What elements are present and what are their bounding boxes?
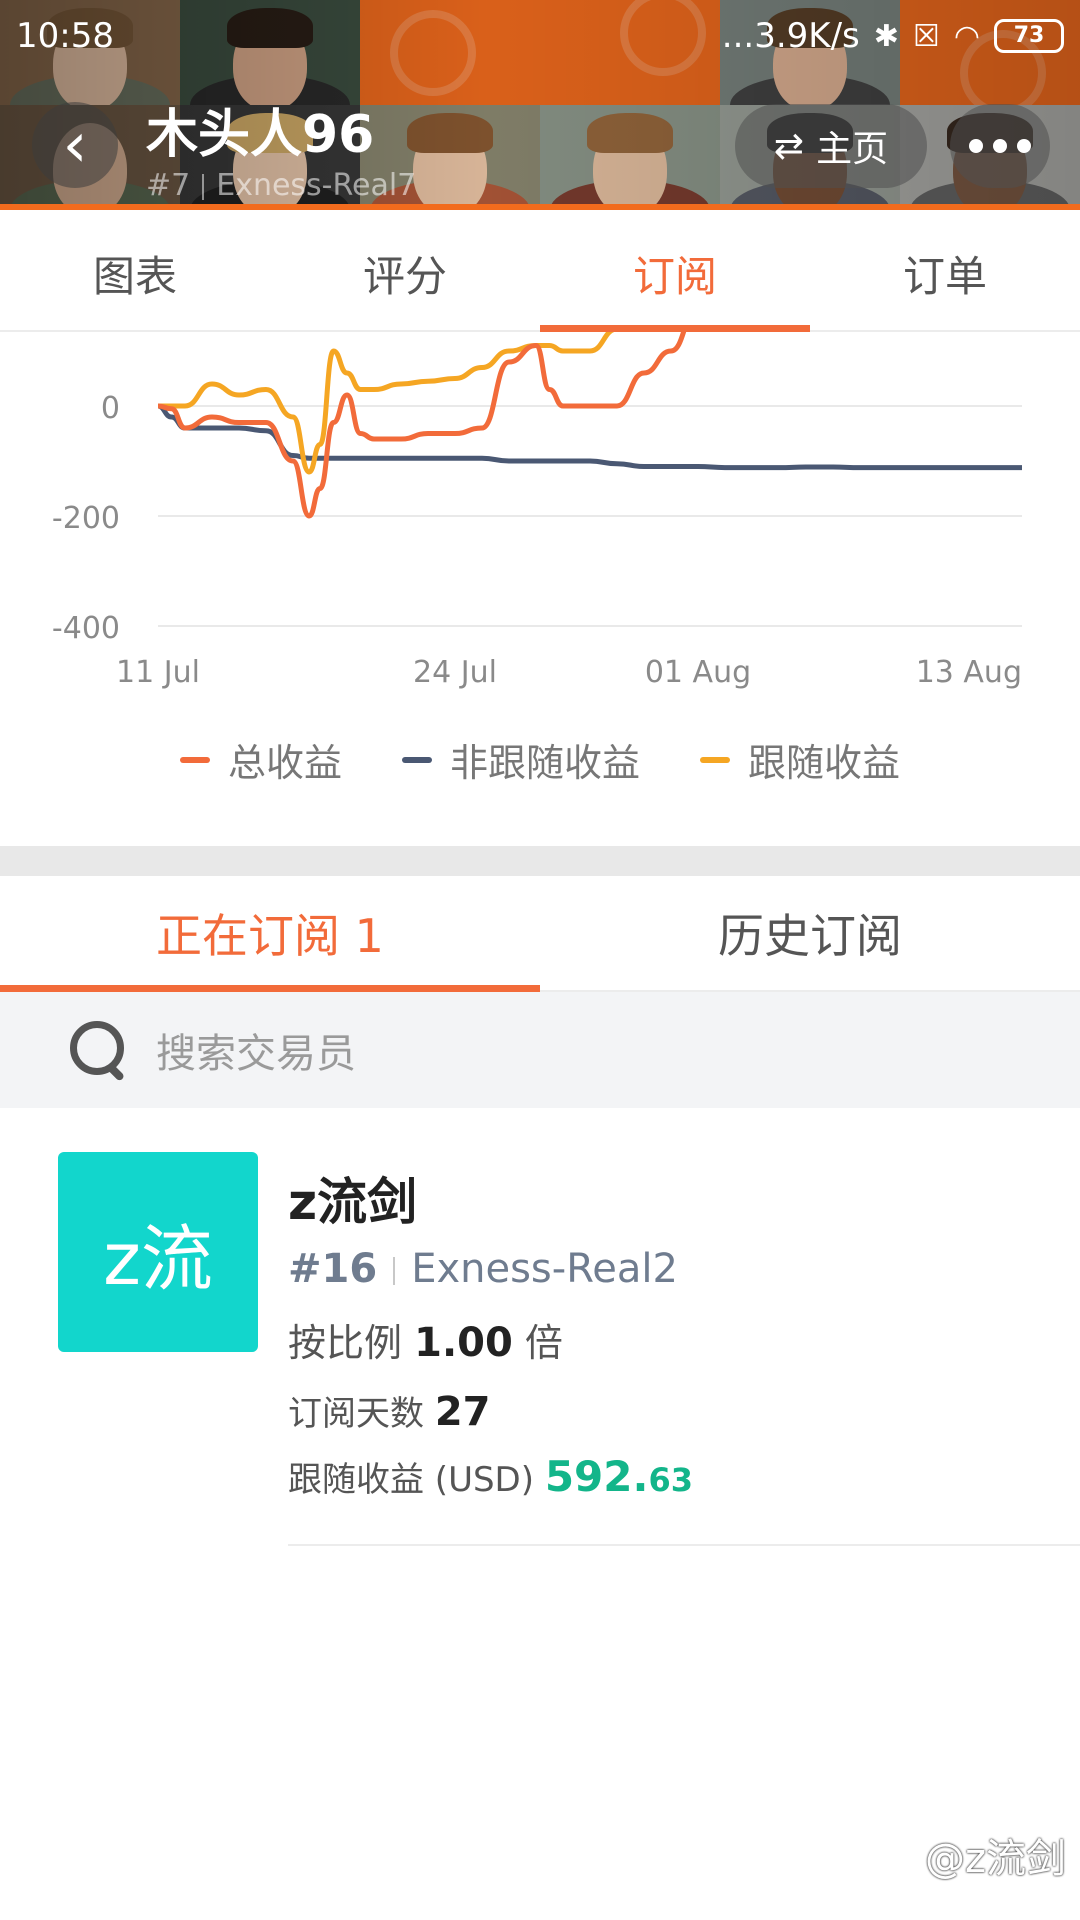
more-button[interactable]: [950, 104, 1050, 188]
tab-chart[interactable]: 图表: [0, 216, 270, 330]
subscribed-trader-name[interactable]: z流剑: [288, 1162, 417, 1234]
battery-icon: 73: [994, 19, 1064, 53]
back-button[interactable]: ‹: [32, 102, 118, 188]
x-tick-label: 01 Aug: [645, 655, 751, 690]
card-divider: [288, 1544, 1080, 1546]
tab-current-subscriptions[interactable]: 正在订阅 1: [0, 876, 540, 992]
status-bar: 10:58 ...3.9K/s ✱ ☒ ◠ 73: [0, 0, 1080, 72]
subscription-tabs: 正在订阅 1 历史订阅: [0, 876, 1080, 992]
profit-chart-svg: 0 -200 -400 11 Jul 24 Jul 01 Aug 13 Aug: [52, 332, 1022, 690]
trader-avatar[interactable]: z流: [58, 1152, 258, 1352]
more-dot-icon: [969, 139, 983, 153]
days-value: 27: [434, 1389, 491, 1435]
profit-integer: 592.: [544, 1452, 649, 1501]
x-tick-label: 11 Jul: [116, 655, 200, 690]
ratio-suffix: 倍: [524, 1321, 563, 1365]
trader-rank: #7: [146, 168, 191, 203]
header-accent-line: [0, 204, 1080, 210]
trader-search-bar[interactable]: 搜索交易员: [0, 992, 1080, 1108]
chart-legend: 总收益 非跟随收益 跟随收益: [0, 732, 1080, 787]
legend-swatch: [179, 756, 210, 763]
home-button[interactable]: ⇄ 主页: [735, 104, 927, 188]
rank-number: #16: [288, 1246, 378, 1292]
x-tick-label: 24 Jul: [413, 655, 497, 690]
legend-label: 非跟随收益: [449, 741, 640, 785]
status-time: 10:58: [16, 16, 114, 56]
search-icon: [70, 1021, 128, 1082]
tab-orders[interactable]: 订单: [810, 216, 1080, 330]
legend-label: 跟随收益: [748, 741, 901, 785]
series-line-0: [157, 332, 687, 519]
profit-decimal: 63: [648, 1461, 693, 1499]
profit-label: 跟随收益 (USD): [288, 1460, 534, 1500]
network-speed: ...3.9K/s: [721, 16, 860, 56]
section-divider: [0, 846, 1080, 876]
subscription-days: 订阅天数 27: [288, 1386, 490, 1435]
tab-subscription-history[interactable]: 历史订阅: [540, 876, 1080, 990]
trader-header: 10:58 ...3.9K/s ✱ ☒ ◠ 73 ‹ 木头人96 #7 Exnes…: [0, 0, 1080, 210]
trader-server: Exness-Real7: [216, 168, 417, 203]
y-tick-label: 0: [101, 391, 120, 426]
legend-swatch: [401, 756, 432, 763]
more-dot-icon: [993, 139, 1007, 153]
subscribed-trader-rank: #16 Exness-Real2: [288, 1246, 678, 1292]
home-button-label: 主页: [816, 129, 889, 170]
trader-name: 木头人96: [146, 105, 375, 165]
swap-icon: ⇄: [773, 125, 805, 167]
more-dot-icon: [1017, 139, 1031, 153]
copy-ratio: 按比例 1.00 倍: [288, 1312, 563, 1367]
trader-subtitle: #7 Exness-Real7: [146, 168, 416, 203]
ratio-value: 1.00: [414, 1320, 513, 1366]
chevron-left-icon: ‹: [62, 108, 88, 181]
bluetooth-icon: ✱: [873, 18, 899, 54]
y-tick-label: -400: [52, 611, 120, 646]
legend-item-follow: 跟随收益: [700, 732, 900, 787]
legend-item-non-follow: 非跟随收益: [401, 732, 640, 787]
watermark: @z流剑: [925, 1836, 1066, 1882]
tab-rating[interactable]: 评分: [270, 216, 540, 330]
server-name: Exness-Real2: [411, 1246, 678, 1292]
legend-label: 总收益: [227, 741, 342, 785]
ratio-prefix: 按比例: [288, 1321, 403, 1365]
wifi-icon: ◠: [953, 18, 980, 54]
x-tick-label: 13 Aug: [916, 655, 1022, 690]
y-tick-label: -200: [52, 501, 120, 536]
follow-profit: 跟随收益 (USD) 592.63: [288, 1452, 693, 1501]
legend-swatch: [700, 756, 730, 763]
tab-subscription[interactable]: 订阅: [540, 216, 810, 332]
days-label: 订阅天数: [288, 1394, 424, 1434]
top-tabs: 图表 评分 订阅 订单: [0, 216, 1080, 332]
no-sim-icon: ☒: [912, 18, 940, 54]
legend-item-total: 总收益: [179, 732, 342, 787]
search-input[interactable]: 搜索交易员: [156, 1021, 356, 1079]
